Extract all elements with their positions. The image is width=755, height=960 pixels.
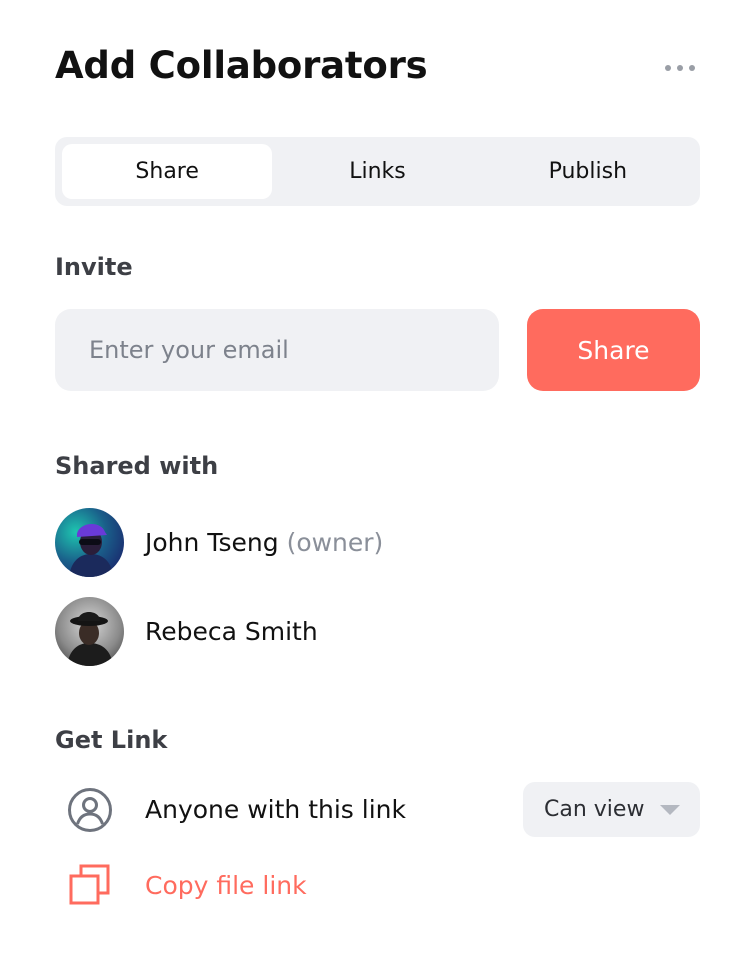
collaborator-row: John Tseng (owner) bbox=[55, 508, 383, 577]
email-input[interactable] bbox=[55, 309, 499, 391]
collaborator-name: John Tseng bbox=[145, 528, 279, 557]
tab-share[interactable]: Share bbox=[62, 144, 273, 199]
avatar bbox=[55, 597, 124, 666]
share-button[interactable]: Share bbox=[527, 309, 700, 391]
collaborator-role: (owner) bbox=[286, 528, 384, 557]
collaborator-name: Rebeca Smith bbox=[145, 617, 318, 646]
permission-dropdown[interactable]: Can view bbox=[523, 782, 700, 837]
more-horizontal-icon bbox=[665, 65, 671, 71]
avatar bbox=[55, 508, 124, 577]
copy-file-link-label: Copy file link bbox=[145, 870, 307, 900]
link-access-text: Anyone with this link bbox=[145, 795, 406, 824]
more-horizontal-icon-dot bbox=[689, 65, 695, 71]
more-horizontal-icon-dot bbox=[677, 65, 683, 71]
link-access-row: Anyone with this link Can view bbox=[55, 782, 700, 837]
chevron-down-icon bbox=[660, 804, 680, 815]
more-options-button[interactable] bbox=[655, 52, 705, 84]
invite-label: Invite bbox=[55, 253, 133, 281]
copy-icon bbox=[55, 863, 124, 907]
tab-publish[interactable]: Publish bbox=[483, 144, 693, 199]
get-link-label: Get Link bbox=[55, 726, 168, 754]
copy-file-link-button[interactable]: Copy file link bbox=[55, 858, 307, 912]
add-collaborators-panel: Add Collaborators Share Links Publish In… bbox=[0, 0, 755, 960]
avatar-photo bbox=[55, 597, 124, 666]
avatar-photo bbox=[55, 508, 124, 577]
user-circle-icon bbox=[55, 787, 124, 833]
panel-title: Add Collaborators bbox=[55, 44, 428, 87]
collaborator-row: Rebeca Smith bbox=[55, 597, 318, 666]
shared-with-label: Shared with bbox=[55, 452, 219, 480]
permission-value: Can view bbox=[544, 797, 645, 822]
tab-links[interactable]: Links bbox=[272, 144, 482, 199]
tab-bar: Share Links Publish bbox=[55, 137, 700, 206]
